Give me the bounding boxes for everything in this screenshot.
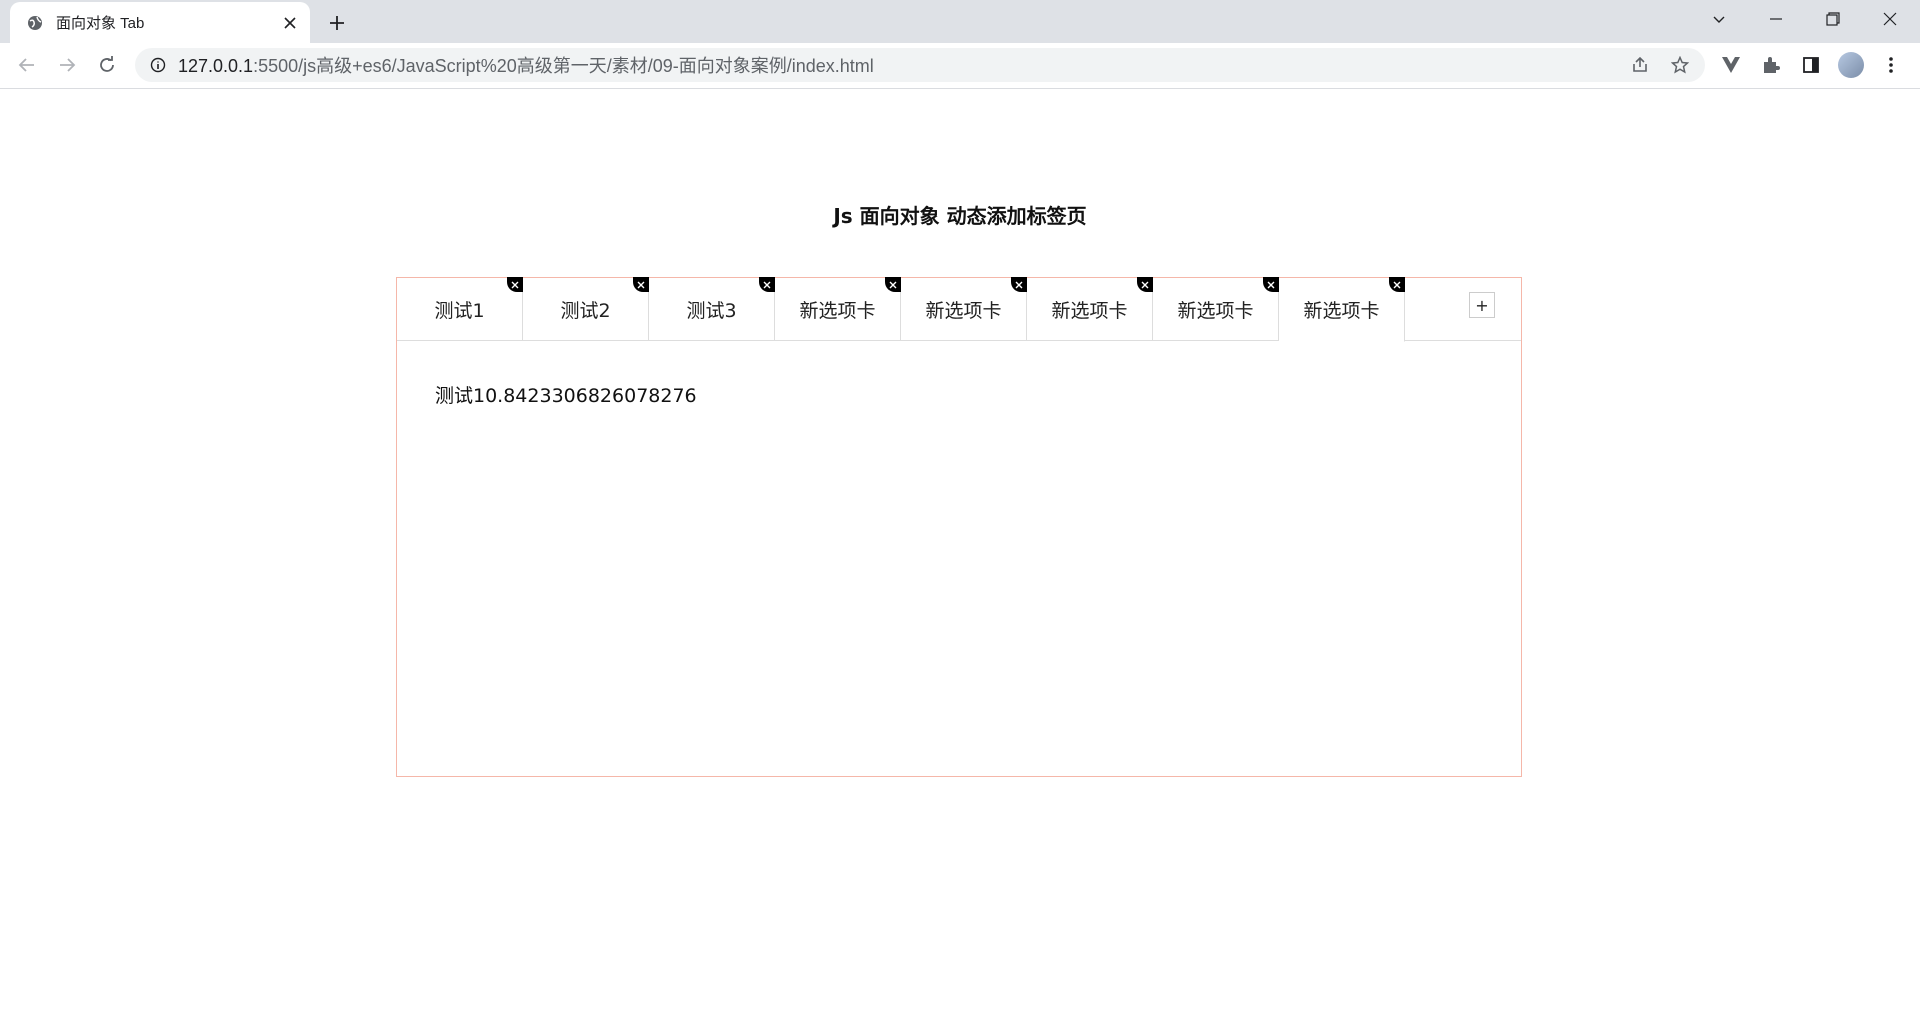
- url-host: 127.0.0.1: [178, 56, 254, 76]
- url-text: 127.0.0.1:5500/js高级+es6/JavaScript%20高级第…: [178, 52, 1625, 78]
- close-icon[interactable]: [1389, 277, 1405, 292]
- browser-toolbar: 127.0.0.1:5500/js高级+es6/JavaScript%20高级第…: [0, 43, 1920, 89]
- close-icon[interactable]: [1137, 277, 1153, 292]
- tab-list: 测试1 测试2 测试3 新选项卡 新选项卡 新选项卡 新选项卡 新选项卡: [397, 277, 1521, 342]
- close-icon[interactable]: [633, 277, 649, 292]
- menu-icon[interactable]: [1876, 50, 1906, 80]
- tab-item[interactable]: 新选项卡: [775, 277, 901, 341]
- browser-titlebar: 面向对象 Tab: [0, 0, 1920, 43]
- tab-item[interactable]: 新选项卡: [901, 277, 1027, 341]
- close-icon[interactable]: [885, 277, 901, 292]
- reload-icon[interactable]: [92, 50, 122, 80]
- close-icon[interactable]: [278, 11, 302, 35]
- tab-nav: 测试1 测试2 测试3 新选项卡 新选项卡 新选项卡 新选项卡 新选项卡 +: [397, 277, 1521, 342]
- side-panel-icon[interactable]: [1796, 50, 1826, 80]
- tab-label: 新选项卡: [1177, 300, 1254, 322]
- tab-search-icon[interactable]: [1691, 0, 1747, 37]
- address-bar[interactable]: 127.0.0.1:5500/js高级+es6/JavaScript%20高级第…: [135, 48, 1705, 82]
- window-close-icon[interactable]: [1862, 0, 1918, 37]
- new-tab-icon[interactable]: [323, 9, 351, 37]
- extensions-icon[interactable]: [1756, 50, 1786, 80]
- share-icon[interactable]: [1625, 50, 1655, 80]
- tab-label: 测试1: [434, 300, 485, 322]
- close-icon[interactable]: [759, 277, 775, 292]
- avatar[interactable]: [1836, 50, 1866, 80]
- tab-item[interactable]: 测试3: [649, 277, 775, 341]
- browser-tab[interactable]: 面向对象 Tab: [10, 2, 310, 43]
- close-icon[interactable]: [507, 277, 523, 292]
- tab-label: 新选项卡: [799, 300, 876, 322]
- tab-label: 新选项卡: [1051, 300, 1128, 322]
- tab-item[interactable]: 新选项卡: [1153, 277, 1279, 341]
- tab-label: 测试2: [560, 300, 611, 322]
- info-icon[interactable]: [148, 55, 168, 75]
- bookmark-star-icon[interactable]: [1665, 50, 1695, 80]
- tab-item[interactable]: 测试1: [397, 277, 523, 341]
- tab-label: 测试3: [686, 300, 737, 322]
- back-icon[interactable]: [12, 50, 42, 80]
- close-icon[interactable]: [1011, 277, 1027, 292]
- minimize-icon[interactable]: [1748, 0, 1804, 37]
- tab-item[interactable]: 新选项卡: [1027, 277, 1153, 341]
- tab-content-text: 测试10.8423306826078276: [435, 385, 697, 407]
- restore-icon[interactable]: [1805, 0, 1861, 37]
- tab-label: 新选项卡: [1303, 300, 1380, 322]
- tab-label: 新选项卡: [925, 300, 1002, 322]
- browser-tab-title: 面向对象 Tab: [56, 15, 145, 32]
- globe-icon: [26, 14, 44, 32]
- add-tab-button[interactable]: +: [1469, 292, 1495, 318]
- tab-item[interactable]: 测试2: [523, 277, 649, 341]
- page-title: Js 面向对象 动态添加标签页: [833, 204, 1087, 228]
- tab-item[interactable]: 新选项卡: [1279, 277, 1405, 342]
- url-path: :5500/js高级+es6/JavaScript%20高级第一天/素材/09-…: [253, 56, 874, 76]
- close-icon[interactable]: [1263, 277, 1279, 292]
- forward-icon[interactable]: [52, 50, 82, 80]
- vue-devtools-icon[interactable]: [1716, 50, 1746, 80]
- tabs-box: 测试1 测试2 测试3 新选项卡 新选项卡 新选项卡 新选项卡 新选项卡 + 测试10.842…: [396, 277, 1522, 777]
